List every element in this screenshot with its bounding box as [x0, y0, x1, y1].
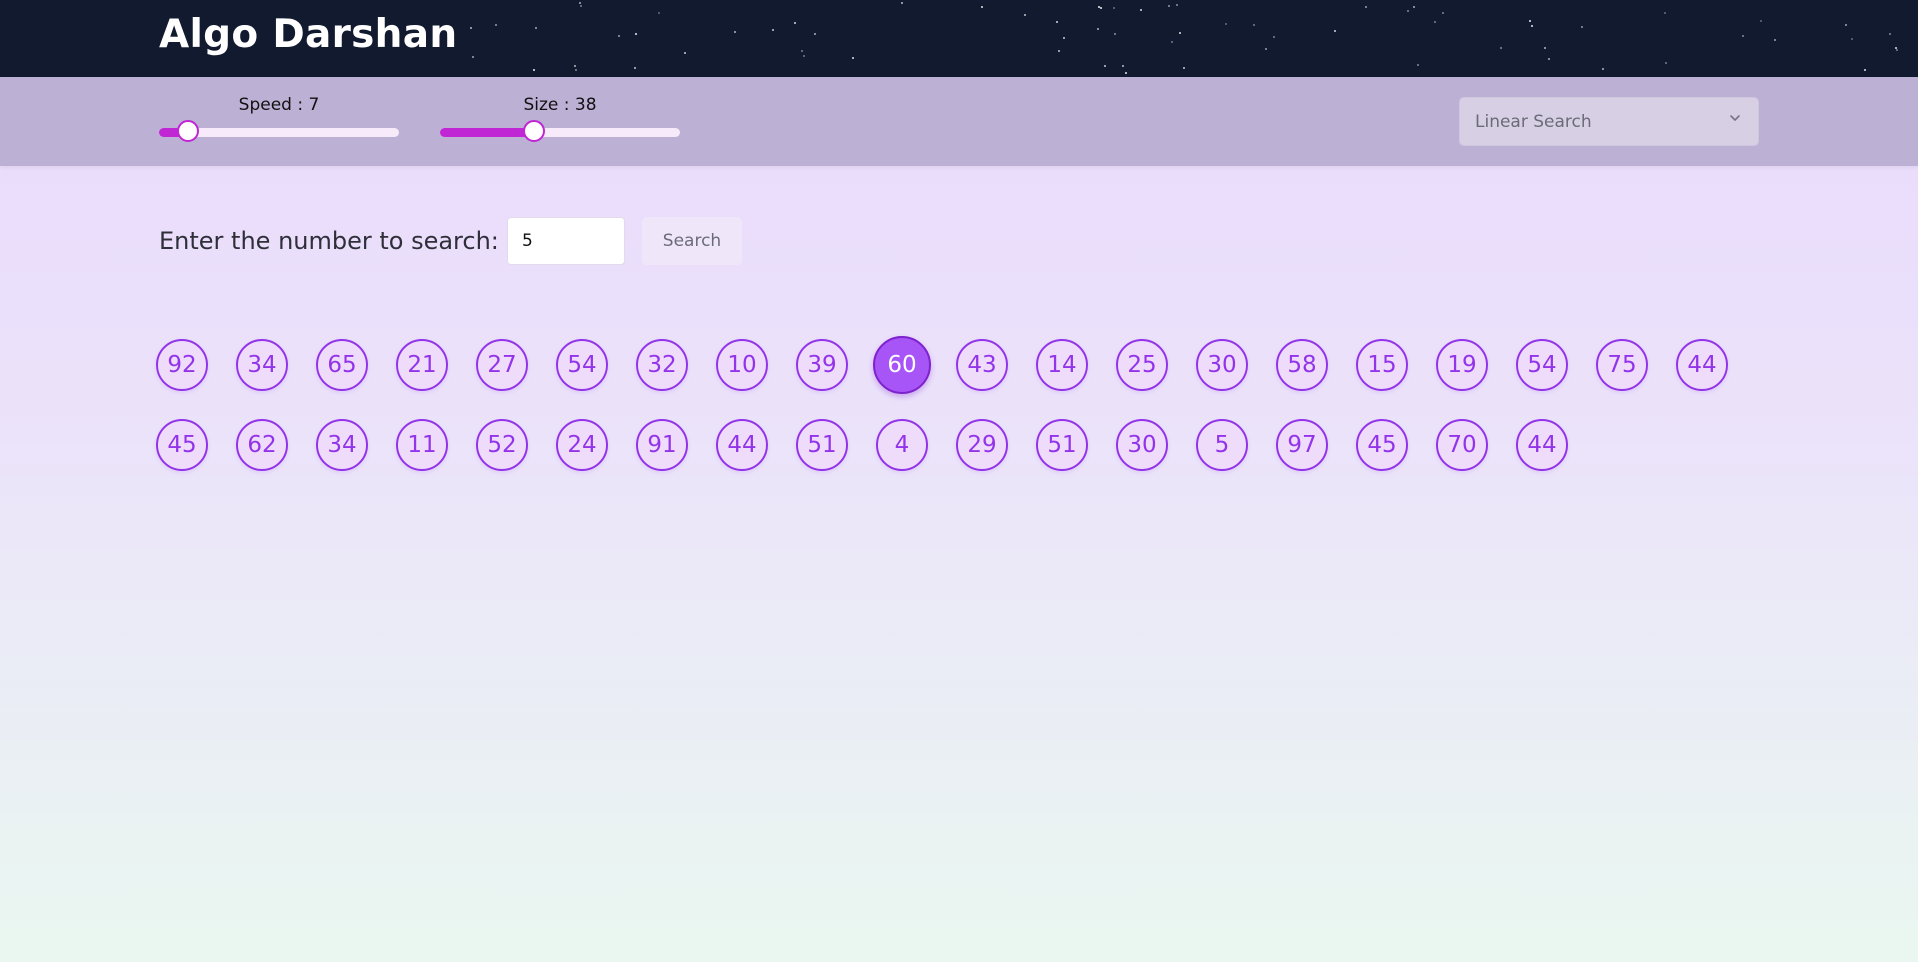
array-element: 44: [1676, 339, 1728, 391]
size-label: Size : 38: [523, 95, 597, 115]
array-element: 5: [1196, 419, 1248, 471]
controls-bar: Speed : 7 Size : 38 Linear Search: [0, 77, 1918, 166]
array-element: 51: [1036, 419, 1088, 471]
array-element: 92: [156, 339, 208, 391]
array-element: 44: [1516, 419, 1568, 471]
array-element: 30: [1116, 419, 1168, 471]
array-element: 14: [1036, 339, 1088, 391]
array-element: 11: [396, 419, 448, 471]
array-element: 10: [716, 339, 768, 391]
array-element: 24: [556, 419, 608, 471]
size-slider[interactable]: Size : 38: [440, 95, 680, 145]
speed-slider[interactable]: Speed : 7: [159, 95, 399, 145]
array-element: 51: [796, 419, 848, 471]
array-element: 52: [476, 419, 528, 471]
speed-thumb[interactable]: [176, 120, 199, 142]
array-element: 91: [636, 419, 688, 471]
array-element: 43: [956, 339, 1008, 391]
size-thumb[interactable]: [522, 120, 545, 142]
speed-track[interactable]: [159, 120, 399, 142]
array-element: 4: [876, 419, 928, 471]
array-element: 34: [316, 419, 368, 471]
array-element: 29: [956, 419, 1008, 471]
array-element: 19: [1436, 339, 1488, 391]
array-element: 60: [873, 336, 931, 394]
search-prompt: Enter the number to search:: [159, 227, 499, 255]
size-fill: [440, 128, 534, 137]
array-element: 44: [716, 419, 768, 471]
search-input[interactable]: [507, 217, 625, 265]
array-element: 65: [316, 339, 368, 391]
chevron-down-icon: [1730, 115, 1740, 121]
speed-label: Speed : 7: [238, 95, 320, 115]
size-track[interactable]: [440, 120, 680, 142]
array-element: 45: [1356, 419, 1408, 471]
array-element: 30: [1196, 339, 1248, 391]
array-element: 32: [636, 339, 688, 391]
array-element: 15: [1356, 339, 1408, 391]
array-element: 21: [396, 339, 448, 391]
array-element: 45: [156, 419, 208, 471]
search-button[interactable]: Search: [642, 217, 742, 265]
app-title: Algo Darshan: [159, 12, 458, 57]
array-element: 54: [556, 339, 608, 391]
array-element: 62: [236, 419, 288, 471]
array-element: 70: [1436, 419, 1488, 471]
app-header: Algo Darshan: [0, 0, 1918, 77]
array-element: 27: [476, 339, 528, 391]
array-element: 97: [1276, 419, 1328, 471]
array-element: 39: [796, 339, 848, 391]
array-element: 58: [1276, 339, 1328, 391]
algorithm-select[interactable]: Linear Search: [1459, 97, 1759, 146]
array-element: 54: [1516, 339, 1568, 391]
array-element: 34: [236, 339, 288, 391]
array-element: 25: [1116, 339, 1168, 391]
array-element: 75: [1596, 339, 1648, 391]
algorithm-select-value: Linear Search: [1475, 112, 1592, 132]
